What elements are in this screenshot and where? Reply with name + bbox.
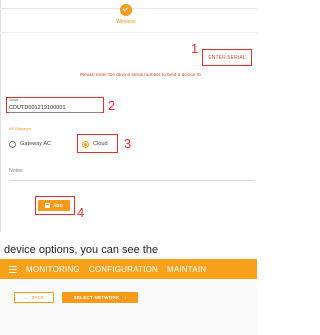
chevron-right-icon: › [124, 295, 127, 300]
nav-maintain[interactable]: MAINTAIN [167, 265, 206, 274]
nav-items: MONITORING CONFIGURATION MAINTAIN [26, 265, 206, 274]
step-label-wireless: Wireless [116, 19, 136, 25]
serial-hint-text: Please enter the device serial number to… [80, 73, 201, 78]
serial-field-label: Serial [9, 98, 19, 102]
add-button-label: ADD [53, 203, 63, 208]
select-network-label: SELECT NETWORK [73, 295, 120, 300]
add-button[interactable]: ADD [38, 200, 70, 211]
enter-serial-label: ENTER SERIAL [208, 54, 246, 61]
card-border [0, 0, 1, 232]
save-icon [45, 203, 51, 208]
enter-serial-button[interactable]: ENTER SERIAL [202, 49, 252, 66]
nav-configuration[interactable]: CONFIGURATION [89, 265, 158, 274]
ap-manager-label: AP Manager [9, 126, 32, 131]
callout-number-1: 1 [191, 41, 199, 56]
divider [0, 32, 257, 33]
back-button[interactable]: ← BACK [14, 292, 54, 303]
serial-input-underline [9, 112, 101, 113]
serial-input[interactable]: CDUTD001219100001 [9, 105, 66, 111]
hamburger-menu-icon[interactable] [9, 265, 17, 273]
callout-number-4: 4 [77, 205, 85, 220]
sub-toolbar [0, 279, 257, 335]
notes-underline [9, 180, 255, 181]
notes-input[interactable]: Notes [9, 168, 23, 174]
step-check-icon [120, 4, 132, 16]
callout-number-2: 2 [108, 98, 116, 113]
callout-number-3: 3 [124, 136, 132, 151]
back-label: BACK [31, 295, 45, 300]
nav-monitoring[interactable]: MONITORING [26, 265, 80, 274]
top-nav-bar: MONITORING CONFIGURATION MAINTAIN [0, 259, 257, 279]
select-network-button[interactable]: SELECT NETWORK › [62, 292, 138, 303]
cloud-label[interactable]: Cloud [93, 141, 108, 147]
gateway-ac-radio[interactable] [9, 141, 16, 148]
article-caption: device options, you can see the [4, 244, 159, 256]
cloud-radio[interactable] [82, 141, 89, 148]
arrow-left-icon: ← [23, 295, 29, 300]
gateway-ac-label[interactable]: Gateway AC [20, 141, 51, 147]
